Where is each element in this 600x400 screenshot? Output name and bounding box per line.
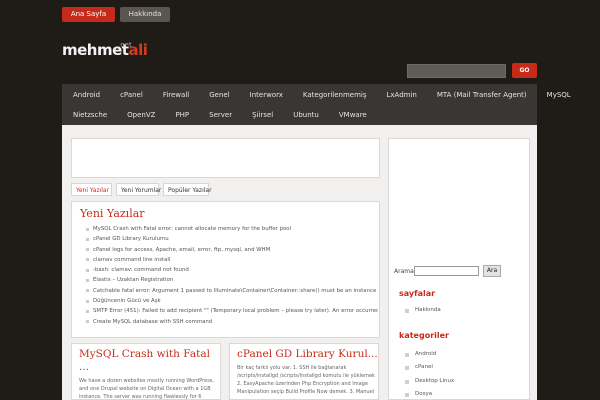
- post-card-excerpt: We have a dozen websites mostly running …: [79, 378, 214, 400]
- post-card-excerpt: Bir kaç farklı yolu var. 1. SSH ile bağl…: [237, 365, 375, 395]
- post-link[interactable]: Düğüncenin Gücü ve Aşk: [86, 296, 378, 306]
- menu-item-android[interactable]: Android: [62, 85, 109, 105]
- menu-item-server[interactable]: Server: [198, 105, 241, 125]
- menu-row: Android cPanel Firewall Genel Interworx …: [62, 85, 580, 105]
- sidebar-category-link[interactable]: Dosya: [405, 391, 432, 397]
- sidebar-category-link[interactable]: cPanel: [405, 364, 433, 370]
- post-card-title[interactable]: cPanel GD Library Kurul...: [237, 348, 377, 361]
- ad-banner: [71, 138, 380, 178]
- menu-item-firewall[interactable]: Firewall: [152, 85, 198, 105]
- post-card-title[interactable]: MySQL Crash with Fatal: [79, 348, 219, 361]
- sidebar-pages-heading: sayfalar: [399, 289, 436, 298]
- menu-item-genel[interactable]: Genel: [198, 85, 238, 105]
- logo-tld: .net: [118, 41, 132, 49]
- post-link[interactable]: cPanel logs for access, Apache, email, e…: [86, 245, 378, 255]
- search-input[interactable]: [407, 64, 506, 78]
- tab-popular-posts[interactable]: Popüler Yazılar: [163, 183, 212, 196]
- menu-item-cpanel[interactable]: cPanel: [109, 85, 152, 105]
- sidebar-page-link[interactable]: Hakkında: [405, 307, 441, 313]
- post-link[interactable]: Catchable fatal error: Argument 1 passed…: [86, 286, 378, 296]
- site-logo[interactable]: mehmetali: [62, 41, 148, 59]
- nav-home-button[interactable]: Ana Sayfa: [62, 7, 115, 22]
- post-link[interactable]: cPanel GD Library Kurulumu: [86, 234, 378, 244]
- menu-item-siirsel[interactable]: Şiirsel: [241, 105, 282, 125]
- sidebar-search-label: Arama:: [394, 268, 416, 275]
- menu-item-php[interactable]: PHP: [164, 105, 198, 125]
- category-menu: Android cPanel Firewall Genel Interworx …: [62, 84, 571, 125]
- tab-recent-comments[interactable]: Yeni Yorumlar: [116, 183, 161, 196]
- sidebar-search-button[interactable]: Ara: [483, 265, 501, 277]
- recent-posts-title: Yeni Yazılar: [80, 207, 145, 220]
- recent-posts-list: MySQL Crash with Fatal error: cannot all…: [86, 224, 378, 327]
- menu-item-vmware[interactable]: VMware: [328, 105, 376, 125]
- menu-item-openvz[interactable]: OpenVZ: [116, 105, 164, 125]
- sidebar-category-link[interactable]: Android: [405, 351, 436, 357]
- post-link[interactable]: MySQL Crash with Fatal error: cannot all…: [86, 224, 378, 234]
- menu-item-interworx[interactable]: Interworx: [239, 85, 292, 105]
- menu-item-nietzsche[interactable]: Nietzsche: [62, 105, 116, 125]
- post-card-title-ellipsis[interactable]: ...: [79, 361, 89, 373]
- sidebar-search-input[interactable]: [414, 266, 479, 276]
- menu-item-lxadmin[interactable]: LxAdmin: [376, 85, 426, 105]
- menu-item-ubuntu[interactable]: Ubuntu: [282, 105, 328, 125]
- sidebar-categories-heading: kategoriler: [399, 331, 449, 340]
- post-link[interactable]: Elastix – Uzaktan Registration: [86, 275, 378, 285]
- nav-about-button[interactable]: Hakkında: [120, 7, 170, 22]
- post-card: MySQL Crash with Fatal ... We have a doz…: [71, 343, 221, 400]
- post-link[interactable]: SMTP Error (451): Failed to add recipien…: [86, 306, 378, 316]
- post-link[interactable]: -bash: clamav: command not found: [86, 265, 378, 275]
- post-link[interactable]: clamav command line install: [86, 255, 378, 265]
- post-link[interactable]: Create MySQL database with SSH command: [86, 317, 378, 327]
- search-button[interactable]: GO: [512, 63, 537, 78]
- sidebar-category-link[interactable]: Desktop Linux: [405, 378, 454, 384]
- menu-item-mta[interactable]: MTA (Mail Transfer Agent): [426, 85, 536, 105]
- menu-row: Nietzsche OpenVZ PHP Server Şiirsel Ubun…: [62, 105, 376, 125]
- post-card: cPanel GD Library Kurul... Bir kaç farkl…: [229, 343, 379, 400]
- menu-item-uncategorized[interactable]: Kategorilenmemiş: [292, 85, 376, 105]
- menu-item-mysql[interactable]: MySQL: [536, 85, 580, 105]
- tab-recent-posts[interactable]: Yeni Yazılar: [71, 183, 112, 196]
